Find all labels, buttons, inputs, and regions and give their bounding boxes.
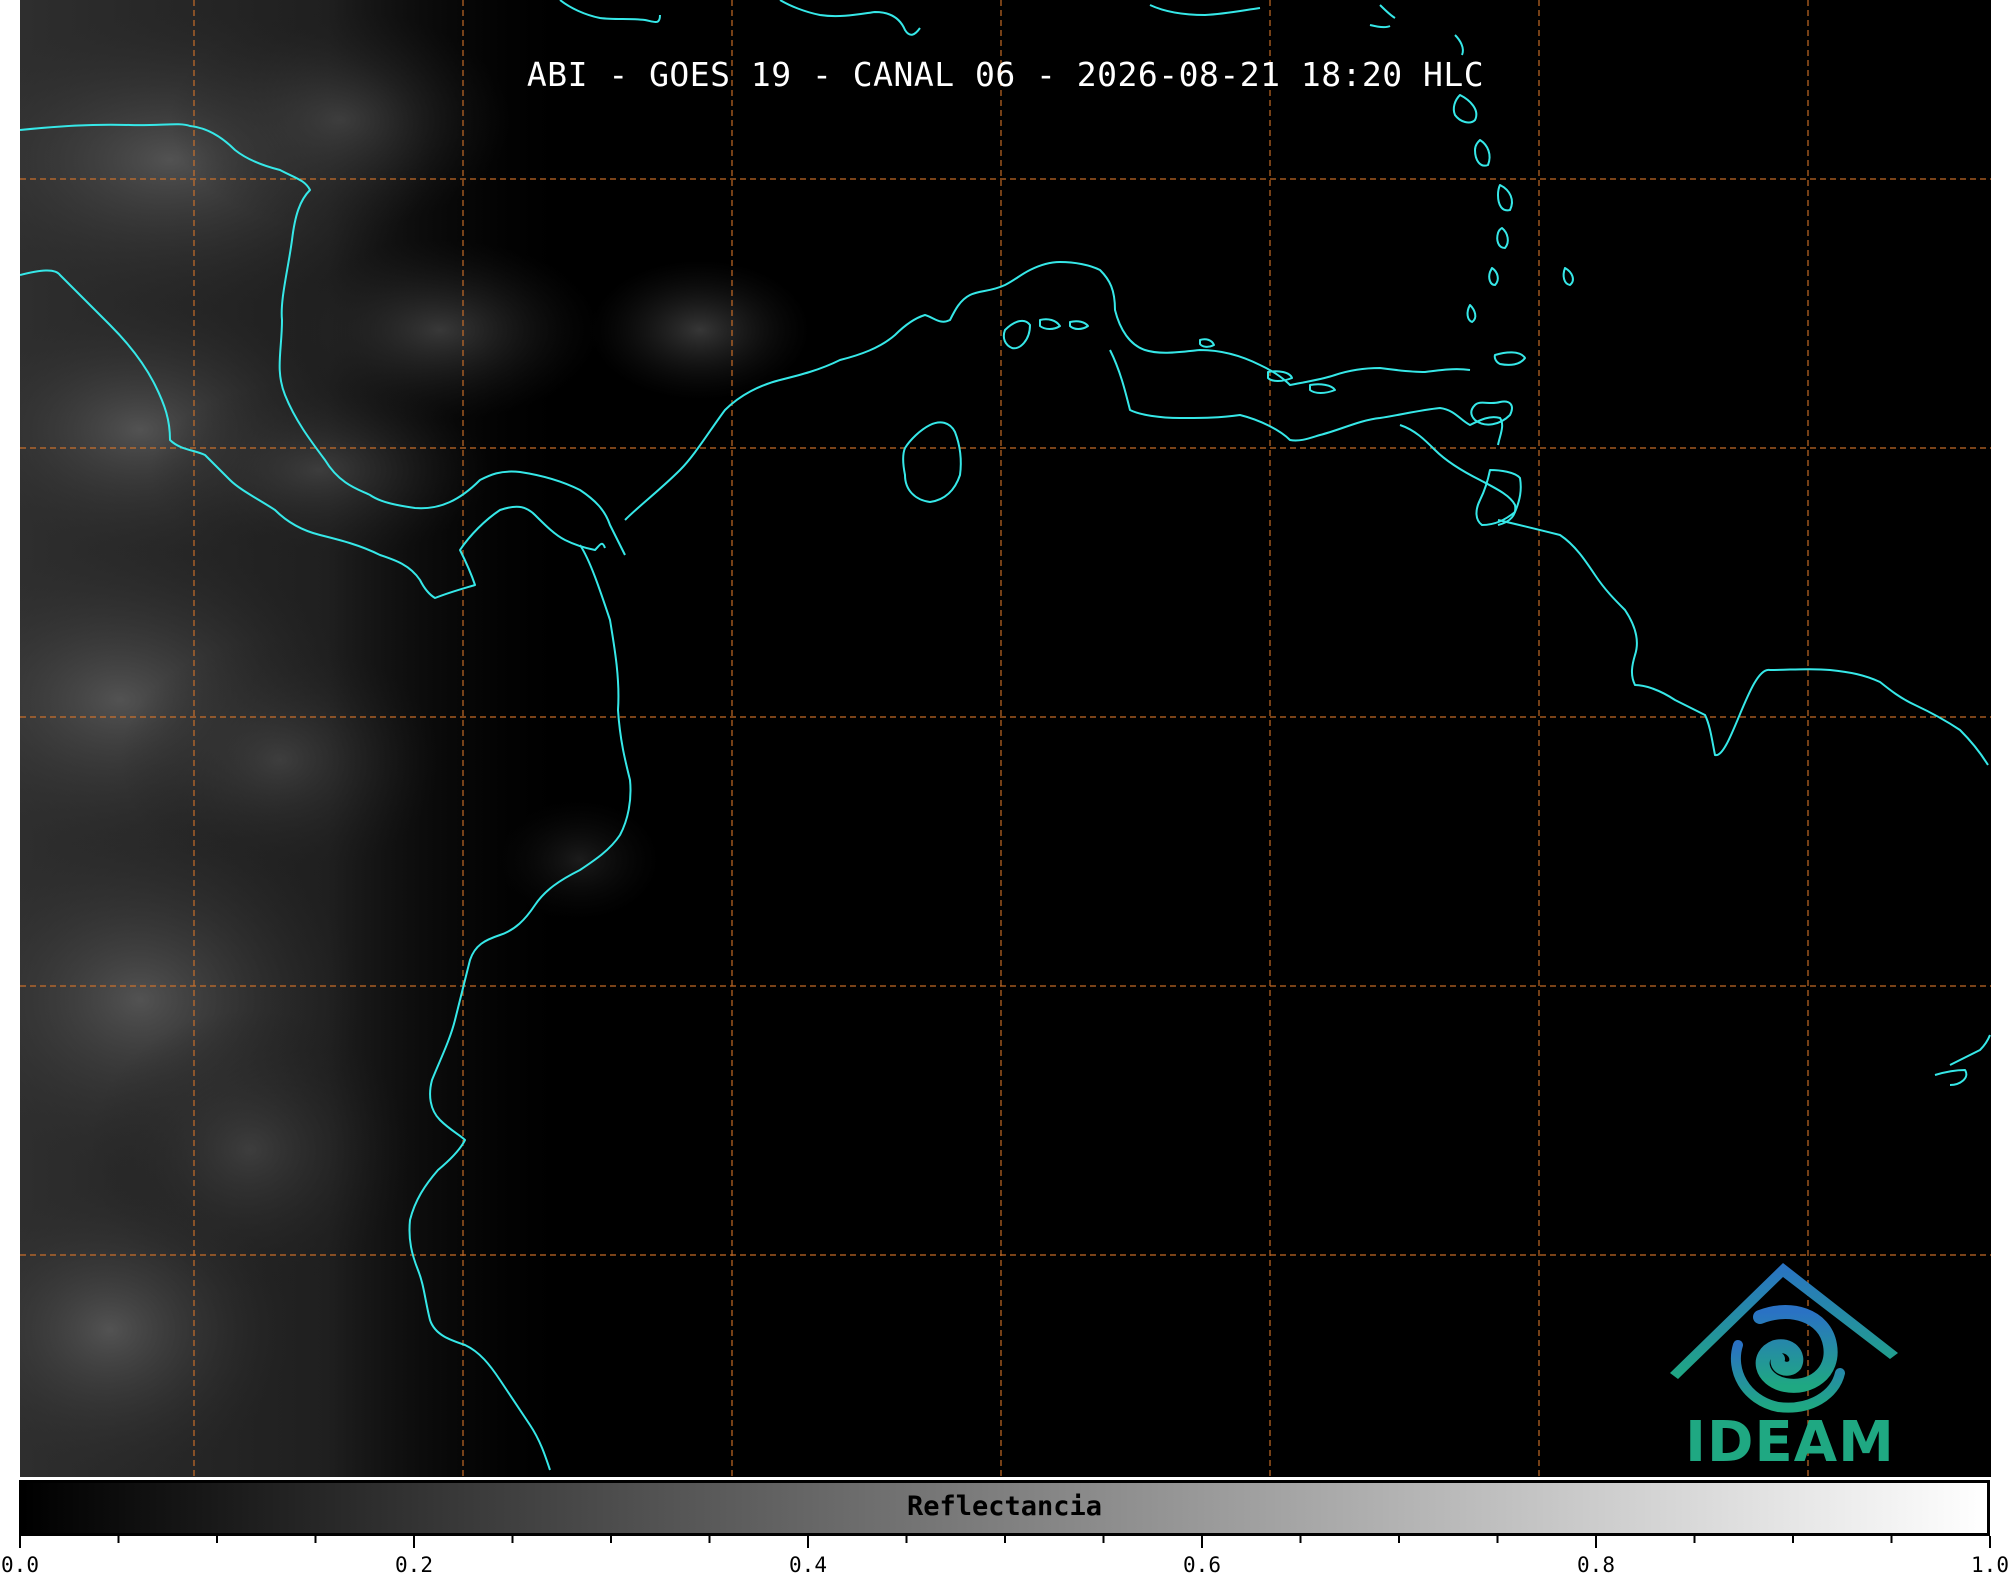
colorbar: Reflectancia [19, 1480, 1990, 1536]
ideam-logo: IDEAM [1660, 1255, 1920, 1475]
ideam-logo-text: IDEAM [1685, 1410, 1895, 1475]
colorbar-tick-label: 0.2 [395, 1553, 433, 1577]
colorbar-tick-label: 0.6 [1183, 1553, 1221, 1577]
colorbar-ticks: 0.0 0.2 0.4 0.6 0.8 1.0 [0, 1536, 2011, 1577]
colorbar-tick-label: 0.0 [1, 1553, 39, 1577]
ideam-mountain-spiral-icon [1670, 1263, 1898, 1413]
satellite-figure: ABI - GOES 19 - CANAL 06 - 2026-08-21 18… [0, 0, 2011, 1577]
map-title: ABI - GOES 19 - CANAL 06 - 2026-08-21 18… [526, 55, 1485, 94]
satellite-map: ABI - GOES 19 - CANAL 06 - 2026-08-21 18… [20, 0, 1991, 1477]
colorbar-tick-label: 0.8 [1577, 1553, 1615, 1577]
colorbar-tick-label: 0.4 [789, 1553, 827, 1577]
colorbar-tick-label: 1.0 [1971, 1553, 2009, 1577]
colorbar-tick-marks [19, 1536, 1991, 1548]
colorbar-label: Reflectancia [906, 1491, 1103, 1522]
